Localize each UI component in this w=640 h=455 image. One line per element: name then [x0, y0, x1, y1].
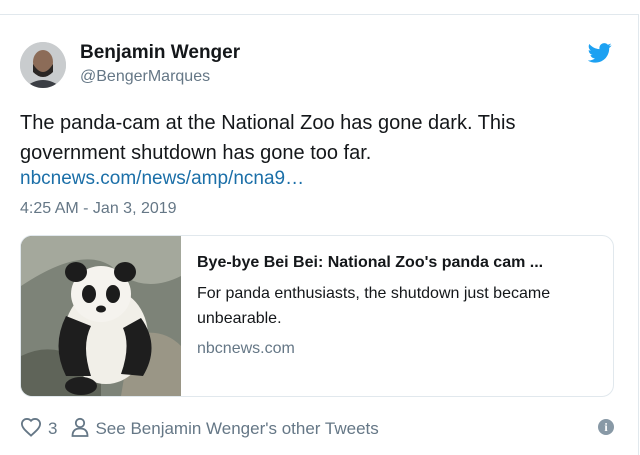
other-tweets-link[interactable]: See Benjamin Wenger's other Tweets	[95, 419, 378, 439]
tweet-actions-bar: 3 See Benjamin Wenger's other Tweets	[20, 417, 379, 441]
author-avatar[interactable]	[20, 42, 66, 88]
panda-thumbnail-image[interactable]	[21, 236, 181, 396]
twitter-bird-icon[interactable]	[587, 42, 612, 64]
tweet-timestamp[interactable]: 4:25 AM - Jan 3, 2019	[20, 200, 177, 218]
author-handle[interactable]: @BengerMarques	[80, 68, 210, 86]
tweet-text-line-1: The panda-cam at the National Zoo has go…	[20, 112, 516, 134]
link-card-domain: nbcnews.com	[197, 340, 295, 357]
link-card-description: For panda enthusiasts, the shutdown just…	[197, 285, 551, 327]
tweet-url-link[interactable]: nbcnews.com/news/amp/ncna9…	[20, 168, 304, 190]
info-icon[interactable]: i	[598, 419, 614, 435]
heart-icon[interactable]	[20, 417, 42, 442]
link-card-title[interactable]: Bye-bye Bei Bei: National Zoo's panda ca…	[197, 254, 607, 272]
link-card-body[interactable]: Bye-bye Bei Bei: National Zoo's panda ca…	[197, 236, 601, 396]
tweet-text: The panda-cam at the National Zoo has go…	[20, 108, 610, 168]
author-name[interactable]: Benjamin Wenger	[80, 42, 240, 64]
like-count[interactable]: 3	[48, 419, 57, 439]
link-preview-card[interactable]: Bye-bye Bei Bei: National Zoo's panda ca…	[20, 235, 614, 397]
tweet-text-line-2: government shutdown has gone too far.	[20, 142, 372, 164]
person-icon[interactable]	[71, 417, 95, 442]
